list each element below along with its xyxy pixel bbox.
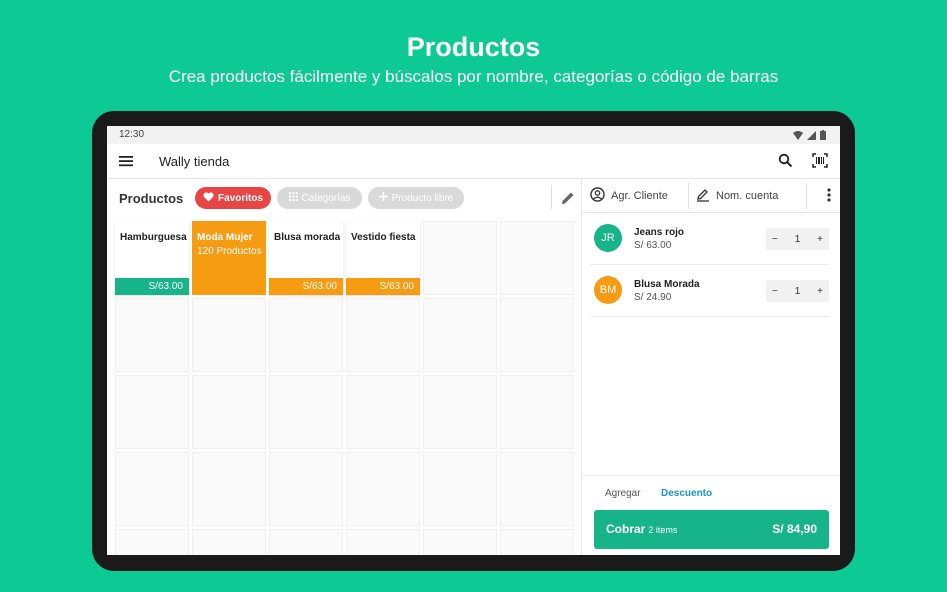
toolbar-divider (688, 183, 689, 209)
edit-icon[interactable] (561, 191, 575, 210)
pencil-icon (696, 188, 710, 205)
search-icon[interactable] (778, 153, 793, 173)
product-price: S/63.00 (115, 278, 189, 295)
product-price: S/63.00 (346, 278, 420, 295)
item-price: S/ 63.00 (634, 240, 672, 251)
avatar: JR (594, 224, 622, 252)
add-client-button[interactable]: Agr. Cliente (590, 179, 668, 213)
add-button[interactable]: Agregar (605, 488, 641, 499)
charge-label: Cobrar (606, 522, 646, 536)
name-account-label: Nom. cuenta (716, 190, 779, 202)
footer-divider (582, 475, 840, 476)
avatar: BM (594, 276, 622, 304)
empty-cell (269, 375, 343, 449)
name-account-button[interactable]: Nom. cuenta (696, 179, 778, 213)
quantity-value: 1 (794, 285, 801, 297)
decrement-button[interactable]: − (772, 286, 778, 297)
app-screen: 12:30 Wally tienda Productos Favoritos C… (107, 126, 840, 555)
cart-item[interactable]: JR Jeans rojo S/ 63.00 − 1 + (590, 213, 829, 265)
signal-icon (807, 130, 816, 140)
account-circle-icon (590, 187, 605, 205)
wifi-icon (793, 130, 803, 140)
quantity-stepper: − 1 + (766, 228, 829, 250)
empty-cell (500, 375, 574, 449)
category-tile-moda-mujer[interactable]: Moda Mujer 120 Productos (192, 221, 266, 295)
app-bar: Wally tienda (107, 144, 840, 179)
empty-cell (346, 298, 420, 372)
toolbar-divider (806, 183, 807, 209)
battery-icon (820, 130, 826, 140)
empty-cell (423, 529, 497, 555)
category-name: Moda Mujer (197, 232, 253, 243)
hero-subtitle: Crea productos fácilmente y búscalos por… (168, 67, 779, 86)
empty-cell (423, 298, 497, 372)
quantity-value: 1 (794, 233, 801, 245)
favorites-chip-label: Favoritos (217, 192, 263, 204)
toolbar-divider (551, 185, 552, 209)
empty-cell (269, 452, 343, 526)
charge-button[interactable]: Cobrar 2 items S/ 84,90 (594, 510, 829, 549)
empty-cell (500, 221, 574, 295)
empty-cell (500, 452, 574, 526)
product-name: Vestido fiesta (351, 232, 416, 243)
empty-cell (192, 529, 266, 555)
decrement-button[interactable]: − (772, 234, 778, 245)
empty-cell (115, 452, 189, 526)
charge-total: S/ 84,90 (772, 522, 817, 536)
cart-item[interactable]: BM Blusa Morada S/ 24.90 − 1 + (590, 265, 829, 317)
discount-button[interactable]: Descuento (661, 488, 712, 499)
empty-cell (423, 221, 497, 295)
product-tile-hamburguesa[interactable]: Hamburguesa S/63.00 (115, 221, 189, 295)
quantity-stepper: − 1 + (766, 280, 829, 302)
empty-cell (346, 452, 420, 526)
product-tile-blusa-morada[interactable]: Blusa morada S/63.00 (269, 221, 343, 295)
category-count: 120 Productos (197, 246, 262, 257)
product-name: Hamburguesa (120, 232, 187, 243)
cart-toolbar: Agr. Cliente Nom. cuenta (582, 179, 840, 213)
charge-items-count: 2 items (648, 525, 678, 535)
empty-cell (115, 375, 189, 449)
products-title: Productos (119, 191, 184, 206)
empty-cell (423, 375, 497, 449)
cart-panel: Agr. Cliente Nom. cuenta JR Jeans rojo S… (581, 179, 840, 555)
empty-cell (192, 452, 266, 526)
menu-icon[interactable] (119, 154, 133, 172)
empty-cell (500, 529, 574, 555)
hero-title: Productos (406, 32, 541, 62)
charge-label-group: Cobrar 2 items (606, 522, 677, 536)
empty-cell (115, 529, 189, 555)
empty-cell (115, 298, 189, 372)
barcode-scan-icon[interactable] (812, 153, 828, 173)
favorites-chip[interactable]: Favoritos (195, 187, 271, 209)
product-price: S/63.00 (269, 278, 343, 295)
categories-chip[interactable]: Categorías (277, 187, 362, 209)
plus-icon (378, 192, 388, 204)
products-panel: Productos Favoritos Categorías Producto … (107, 179, 581, 555)
increment-button[interactable]: + (817, 286, 823, 297)
empty-cell (500, 298, 574, 372)
empty-cell (269, 529, 343, 555)
free-product-chip-label: Producto libre (391, 192, 454, 204)
empty-cell (269, 298, 343, 372)
empty-cell (423, 452, 497, 526)
empty-cell (346, 375, 420, 449)
free-product-chip[interactable]: Producto libre (368, 187, 464, 209)
product-name: Blusa morada (274, 232, 341, 243)
product-tile-vestido-fiesta[interactable]: Vestido fiesta S/63.00 (346, 221, 420, 295)
heart-icon (203, 191, 214, 205)
increment-button[interactable]: + (817, 234, 823, 245)
status-time: 12:30 (119, 129, 145, 140)
empty-cell (192, 298, 266, 372)
item-name: Jeans rojo (634, 227, 685, 238)
status-bar: 12:30 (107, 126, 840, 144)
item-name: Blusa Morada (634, 279, 700, 290)
more-vert-icon[interactable] (827, 188, 831, 207)
grid-icon (288, 192, 298, 204)
add-client-label: Agr. Cliente (611, 190, 668, 202)
app-title: Wally tienda (159, 154, 230, 169)
categories-chip-label: Categorías (301, 192, 351, 204)
empty-cell (192, 375, 266, 449)
item-price: S/ 24.90 (634, 292, 672, 303)
empty-cell (346, 529, 420, 555)
